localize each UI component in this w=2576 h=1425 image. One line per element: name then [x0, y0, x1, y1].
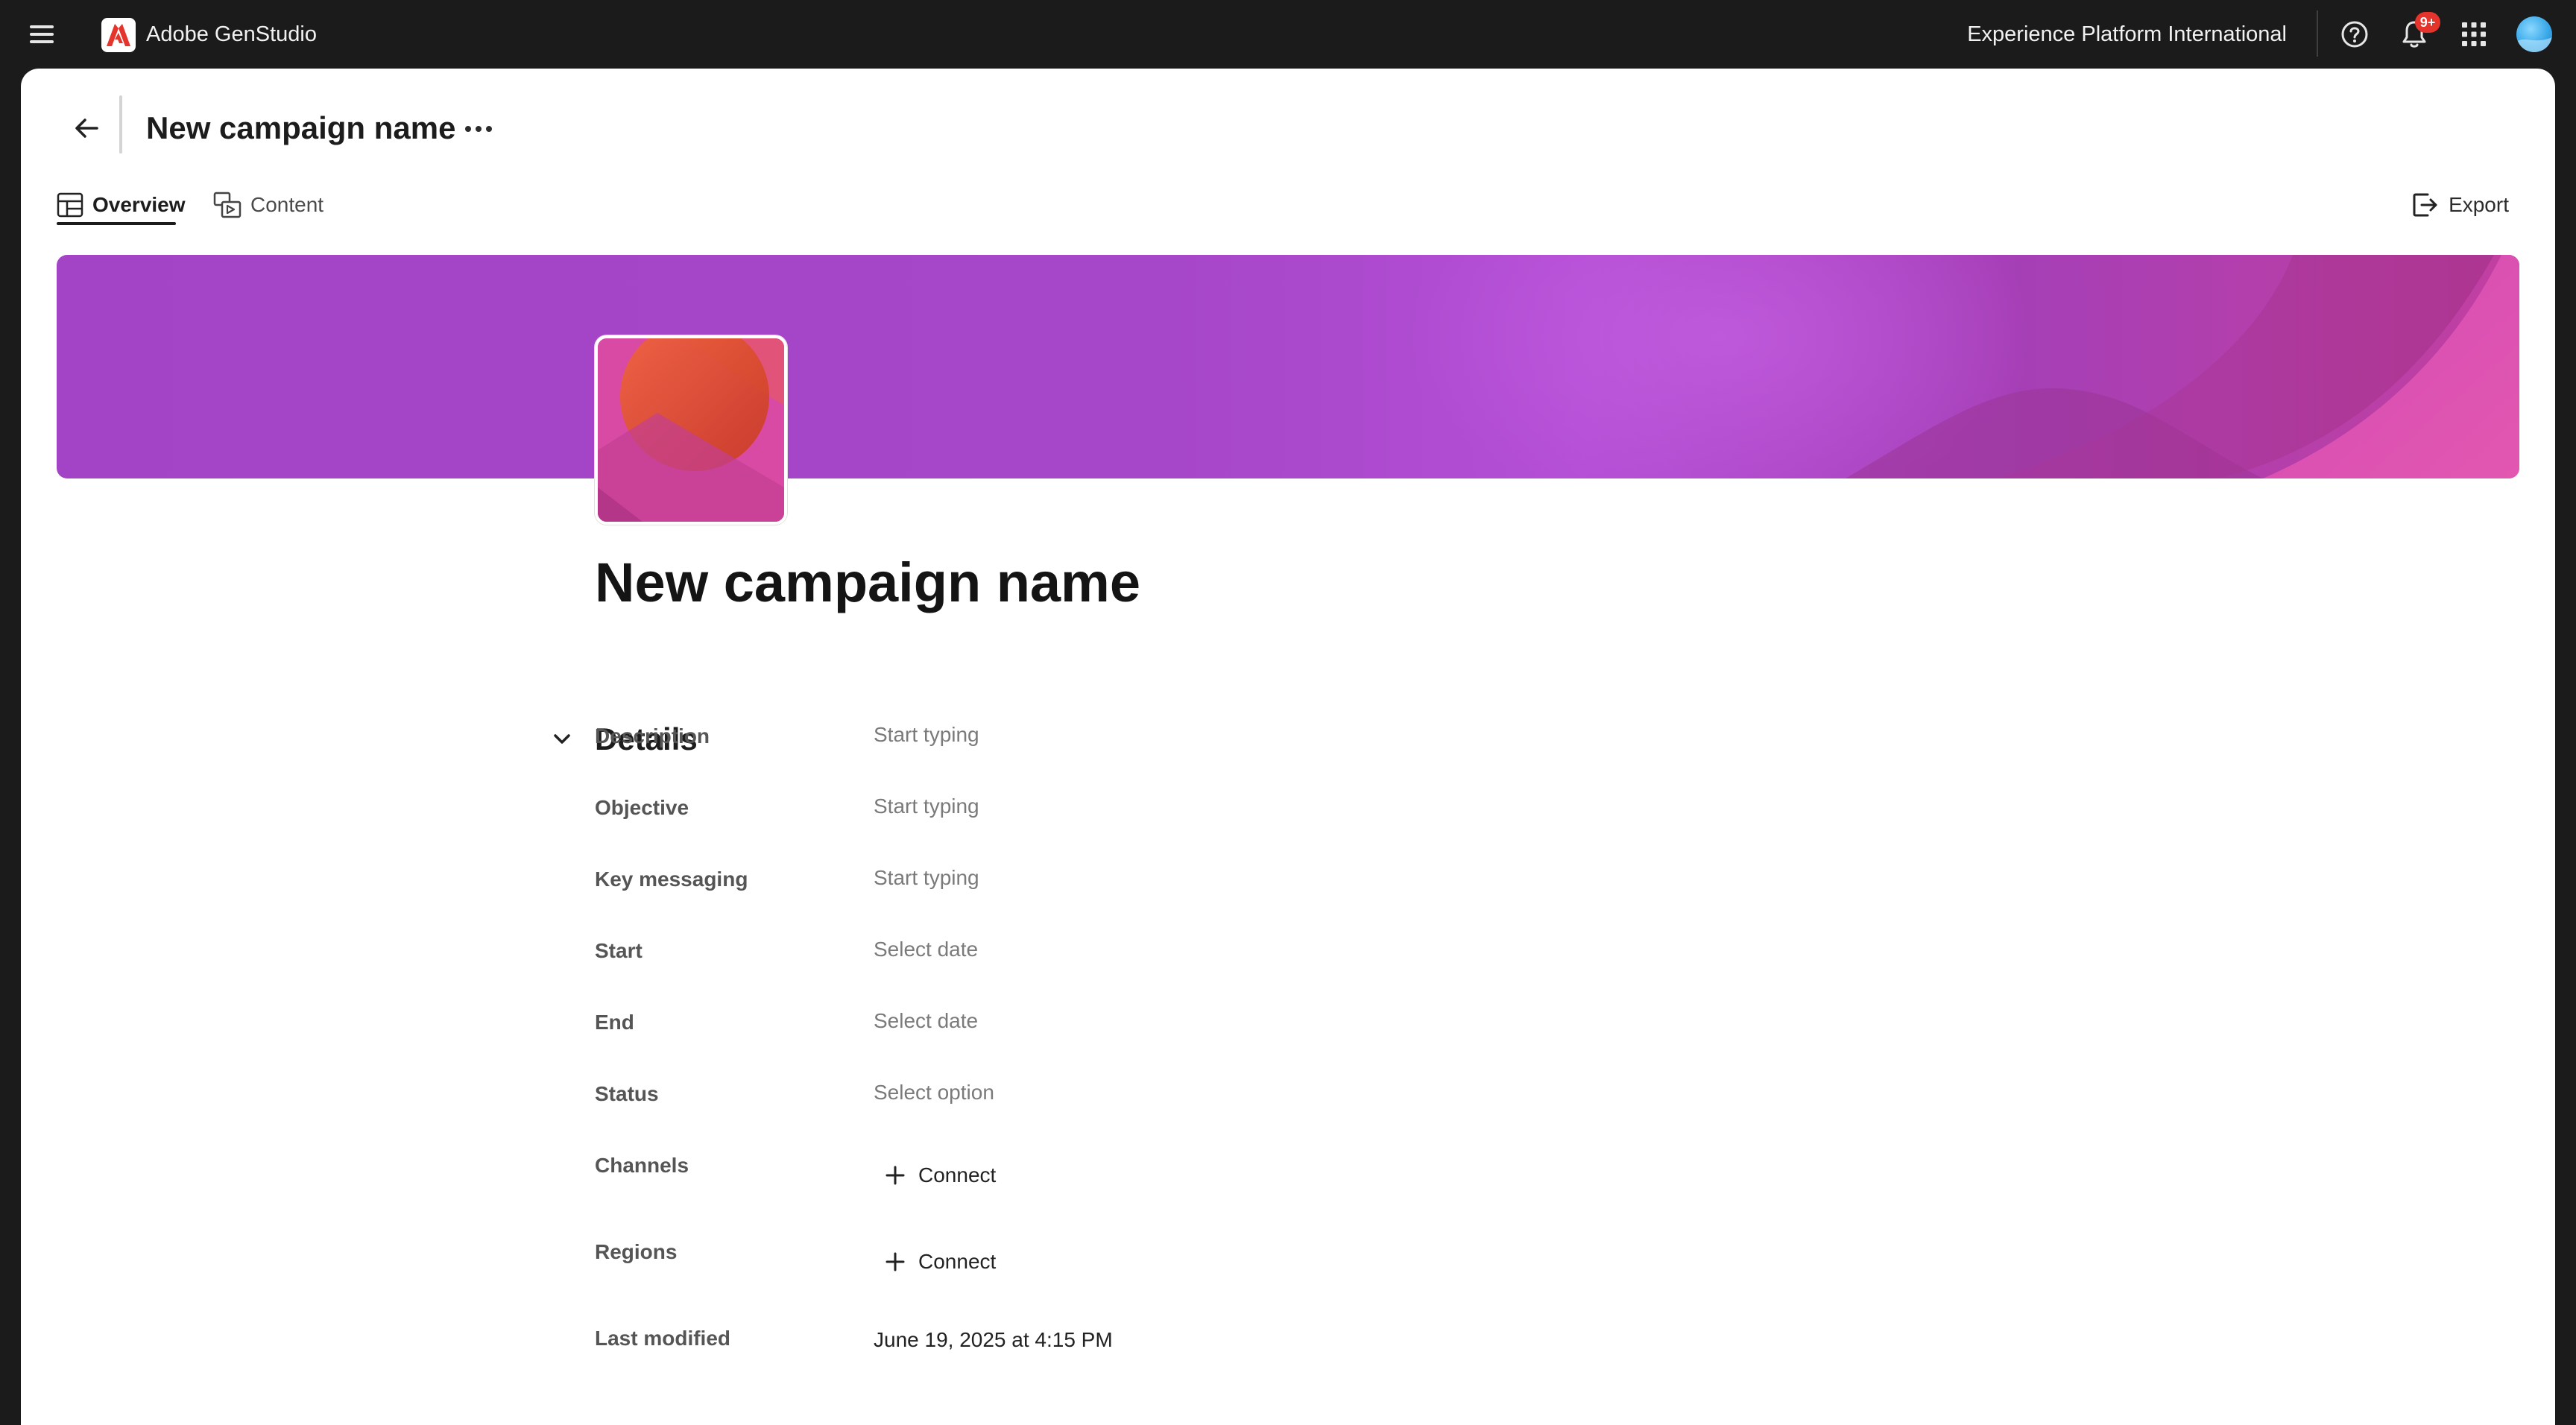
channels-label: Channels: [595, 1154, 689, 1177]
last-modified-value: June 19, 2025 at 4:15 PM: [874, 1328, 1113, 1351]
arrow-left-icon: [75, 119, 98, 138]
tab-content[interactable]: Content: [213, 186, 323, 224]
header-divider: [119, 95, 122, 154]
content-icon: [213, 192, 242, 218]
campaign-thumbnail[interactable]: [595, 335, 787, 525]
start-date-picker[interactable]: Select date: [874, 935, 978, 964]
status-select[interactable]: Select option: [874, 1078, 994, 1108]
end-date-picker[interactable]: Select date: [874, 1006, 978, 1036]
campaign-banner: [57, 255, 2519, 478]
regions-label: Regions: [595, 1240, 678, 1263]
chevron-down-icon[interactable]: [547, 724, 577, 754]
export-button[interactable]: Export: [2411, 186, 2509, 224]
back-button[interactable]: [64, 106, 109, 151]
campaign-title[interactable]: New campaign name: [595, 546, 1140, 620]
export-icon: [2413, 193, 2437, 217]
connect-label: Connect: [918, 1250, 997, 1273]
tab-label: Overview: [92, 193, 186, 216]
app-grid-icon[interactable]: [2456, 16, 2492, 52]
key-messaging-field[interactable]: Start typing: [874, 863, 979, 893]
hamburger-icon[interactable]: [27, 21, 57, 48]
end-label: End: [595, 1011, 634, 1034]
connect-label: Connect: [918, 1163, 997, 1187]
plus-icon: [886, 1166, 905, 1185]
status-label: Status: [595, 1082, 659, 1105]
main-panel: New campaign name Overview Content Expor…: [21, 69, 2555, 1425]
top-app-bar: Adobe GenStudio Experience Platform Inte…: [0, 0, 2576, 69]
avatar[interactable]: [2516, 16, 2552, 52]
start-label: Start: [595, 939, 643, 962]
layout-icon: [57, 192, 83, 218]
brand-name[interactable]: Adobe GenStudio: [146, 19, 317, 49]
active-tab-indicator: [57, 222, 176, 225]
tab-label: Content: [250, 193, 324, 216]
plus-icon: [886, 1252, 905, 1271]
regions-connect-button[interactable]: Connect: [886, 1243, 996, 1280]
topbar-divider: [2317, 10, 2318, 57]
description-label: Description: [595, 724, 710, 748]
export-label: Export: [2449, 193, 2509, 216]
help-icon[interactable]: [2337, 16, 2373, 52]
key-messaging-label: Key messaging: [595, 868, 748, 891]
tab-overview[interactable]: Overview: [57, 186, 186, 224]
objective-field[interactable]: Start typing: [874, 792, 979, 821]
last-modified-label: Last modified: [595, 1327, 731, 1350]
description-field[interactable]: Start typing: [874, 720, 979, 750]
org-switcher[interactable]: Experience Platform International: [1967, 19, 2287, 49]
notification-badge: 9+: [2415, 12, 2440, 33]
adobe-logo-icon[interactable]: [101, 18, 136, 52]
objective-label: Objective: [595, 796, 689, 819]
page-title: New campaign name: [146, 110, 456, 145]
channels-connect-button[interactable]: Connect: [886, 1157, 996, 1194]
more-icon[interactable]: [456, 110, 501, 148]
